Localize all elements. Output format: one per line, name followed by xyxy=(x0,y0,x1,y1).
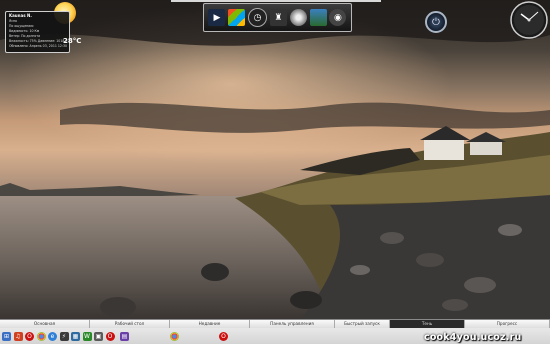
opera-icon[interactable]: O xyxy=(219,332,228,341)
top-edge-bar xyxy=(171,0,381,2)
opera-icon[interactable]: O xyxy=(105,332,115,341)
chrome-icon[interactable] xyxy=(36,332,46,341)
winamp-icon[interactable]: ⚡ xyxy=(59,332,69,341)
tab-quick-launch[interactable]: Быстрый запуск xyxy=(335,320,390,328)
explorer-icon[interactable]: ▦ xyxy=(71,332,80,341)
ie-icon[interactable]: e xyxy=(48,332,57,341)
photo-icon[interactable] xyxy=(309,9,327,26)
desktop-wallpaper xyxy=(0,0,550,343)
power-icon[interactable]: ⏻ xyxy=(425,11,447,33)
weather-widget[interactable]: Kaunas N. Ясно По ощущению: Видимость: 1… xyxy=(5,11,81,53)
hd-icon[interactable]: ▣ xyxy=(94,332,103,341)
folder-icon[interactable]: W xyxy=(82,332,92,341)
weather-line: По ощущению: xyxy=(9,24,35,28)
tab-desktop[interactable]: Рабочий стол xyxy=(90,320,170,328)
tab-progress[interactable]: Прогресс xyxy=(465,320,550,328)
clock-gadget-icon xyxy=(510,1,548,39)
tab-shadow[interactable]: Тень xyxy=(390,320,465,328)
weather-line: Ветер: По долгота xyxy=(9,34,41,38)
tab-main[interactable]: Основная xyxy=(0,320,90,328)
weather-line: Обновлено: Апрель 03, 2011 12:30 xyxy=(9,44,68,48)
watermark: cook4you.ucoz.ru xyxy=(424,332,522,343)
flag-icon[interactable]: ▤ xyxy=(120,332,129,341)
clock-icon[interactable]: ◷ xyxy=(248,8,268,27)
tab-control-panel[interactable]: Панель управления xyxy=(250,320,335,328)
vista-icon[interactable]: ◉ xyxy=(329,9,347,26)
taskbar-tabs: Основная Рабочий стол Недавние Панель уп… xyxy=(0,320,550,328)
chrome-icon[interactable] xyxy=(169,332,179,341)
weather-city: Kaunas N. xyxy=(9,13,32,18)
taskbar-icons: ⊞ ♫ O e ⚡ ▦ W ▣ O ▤ O xyxy=(2,331,231,342)
disc-icon[interactable] xyxy=(289,9,307,26)
weather-line: Влажность: 75% Давление: 1018,0 xyxy=(9,39,68,43)
gadget-dock: ▶ ◷ ♜ ◉ xyxy=(203,3,352,32)
windows-icon[interactable]: ⊞ xyxy=(2,332,11,341)
cup-icon[interactable]: ♜ xyxy=(269,9,287,26)
weather-line: Видимость: 10 Км xyxy=(9,29,40,33)
windows-icon[interactable] xyxy=(228,9,246,26)
weather-temperature: 28°C xyxy=(63,37,82,45)
media-player-icon[interactable]: ▶ xyxy=(208,9,226,26)
weather-line: Ясно xyxy=(9,19,18,23)
tab-recent[interactable]: Недавние xyxy=(170,320,250,328)
media-icon[interactable]: ♫ xyxy=(13,332,23,341)
opera-icon[interactable]: O xyxy=(25,332,34,341)
